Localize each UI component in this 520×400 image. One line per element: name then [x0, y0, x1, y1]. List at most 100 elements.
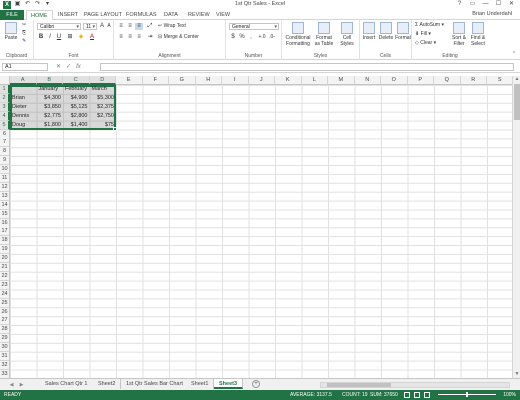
delete-cells-button[interactable]: Delete — [378, 22, 394, 41]
format-as-table-button[interactable]: Format as Table — [313, 22, 335, 47]
select-all-corner[interactable] — [0, 76, 10, 85]
row-header-28[interactable]: 28 — [0, 325, 10, 335]
cell-b2[interactable]: $4,300 — [37, 94, 64, 103]
scroll-down-icon[interactable]: ▼ — [513, 371, 520, 378]
scroll-up-icon[interactable]: ▲ — [513, 76, 520, 83]
fill-color-button[interactable]: ◈ — [77, 34, 85, 41]
maximize-icon[interactable]: ☐ — [492, 0, 505, 9]
vertical-scroll-thumb[interactable] — [514, 84, 520, 120]
row-header-26[interactable]: 26 — [0, 307, 10, 317]
ribbon-display-icon[interactable]: ▭ — [466, 0, 479, 9]
tab-view[interactable]: VIEW — [212, 10, 234, 20]
align-center-icon[interactable]: ≡ — [126, 34, 134, 41]
collapse-ribbon-icon[interactable]: ⌃ — [512, 51, 516, 58]
row-header-17[interactable]: 17 — [0, 227, 10, 237]
cell-b4[interactable]: $2,775 — [37, 112, 64, 121]
cell-d5[interactable]: $75 — [90, 121, 117, 130]
number-format-select[interactable]: General — [229, 23, 279, 30]
row-header-1[interactable]: 1 — [0, 85, 10, 94]
column-header-o[interactable]: O — [381, 76, 408, 85]
row-header-24[interactable]: 24 — [0, 289, 10, 299]
copy-icon[interactable]: ⎘ — [22, 30, 26, 37]
autosum-button[interactable]: Σ AutoSum ▾ — [415, 22, 444, 29]
cell-b1[interactable]: January — [37, 85, 64, 94]
row-header-6[interactable]: 6 — [0, 129, 10, 139]
minimize-icon[interactable]: — — [479, 0, 492, 9]
font-name-select[interactable]: Calibri — [37, 23, 81, 30]
column-header-p[interactable]: P — [407, 76, 434, 85]
sheet-tab-bar-chart[interactable]: 1st Qtr Sales Bar Chart — [121, 379, 189, 389]
row-header-5[interactable]: 5 — [0, 120, 10, 130]
italic-button[interactable]: I — [46, 34, 54, 41]
row-header-10[interactable]: 10 — [0, 165, 10, 175]
sort-filter-button[interactable]: Sort & Filter — [450, 22, 468, 47]
help-icon[interactable]: ? — [453, 0, 466, 9]
row-header-33[interactable]: 33 — [0, 369, 10, 378]
cell-c4[interactable]: $2,800 — [63, 112, 90, 121]
row-header-21[interactable]: 21 — [0, 263, 10, 272]
column-header-l[interactable]: L — [301, 76, 328, 85]
column-header-n[interactable]: N — [354, 76, 381, 85]
shrink-font-button[interactable]: A — [105, 23, 113, 30]
zoom-slider-knob[interactable] — [466, 392, 468, 397]
cancel-icon[interactable]: ✕ — [56, 63, 61, 71]
find-select-button[interactable]: Find & Select — [469, 22, 487, 47]
wrap-text-button[interactable]: ↵ Wrap Text — [158, 23, 186, 30]
row-header-16[interactable]: 16 — [0, 218, 10, 228]
font-color-button[interactable]: A — [88, 34, 96, 41]
align-right-icon[interactable]: ≡ — [135, 34, 143, 41]
clear-button[interactable]: ◇ Clear ▾ — [415, 40, 436, 47]
tab-page-layout[interactable]: PAGE LAYOUT — [80, 10, 126, 20]
row-header-23[interactable]: 23 — [0, 280, 10, 290]
cell-a4[interactable]: Dennis — [10, 112, 37, 121]
align-left-icon[interactable]: ≡ — [117, 34, 125, 41]
row-header-27[interactable]: 27 — [0, 316, 10, 326]
zoom-level[interactable]: 100% — [503, 390, 516, 400]
horizontal-scrollbar[interactable] — [320, 382, 510, 388]
row-header-32[interactable]: 32 — [0, 360, 10, 370]
vertical-scrollbar[interactable]: ▲ ▼ — [512, 76, 520, 378]
paste-button[interactable]: Paste — [2, 22, 20, 41]
normal-view-icon[interactable] — [404, 392, 410, 398]
underline-button[interactable]: U — [55, 34, 63, 41]
row-header-20[interactable]: 20 — [0, 254, 10, 264]
fill-button[interactable]: ⬇ Fill ▾ — [415, 31, 431, 38]
column-header-k[interactable]: K — [275, 76, 302, 85]
row-header-8[interactable]: 8 — [0, 147, 10, 157]
tab-insert[interactable]: INSERT — [54, 10, 82, 20]
tab-data[interactable]: DATA — [160, 10, 182, 20]
cell-styles-button[interactable]: Cell Styles — [336, 22, 358, 47]
column-header-h[interactable]: H — [195, 76, 222, 85]
row-header-29[interactable]: 29 — [0, 334, 10, 344]
insert-function-icon[interactable]: fx — [76, 63, 81, 71]
increase-decimal-icon[interactable]: +.0 — [258, 34, 266, 41]
column-header-c[interactable]: C — [63, 76, 90, 85]
cell-c2[interactable]: $4,900 — [63, 94, 90, 103]
conditional-formatting-button[interactable]: Conditional Formatting — [284, 22, 312, 47]
sheet-tab-sheet3[interactable]: Sheet3 — [214, 379, 244, 389]
row-header-18[interactable]: 18 — [0, 236, 10, 246]
column-header-e[interactable]: E — [116, 76, 143, 85]
worksheet-grid[interactable]: A B C D E F G H I J K L M N O P Q R S 1 2 3 4 5 6 7 8 9 10 11 12 13 14 15… — [0, 76, 512, 378]
next-sheet-icon[interactable]: ▶ — [18, 381, 25, 389]
cell-a3[interactable]: Dieter — [10, 103, 37, 112]
align-bottom-icon[interactable]: ≡ — [135, 23, 143, 30]
name-box[interactable]: A1 — [2, 63, 48, 71]
borders-icon[interactable]: ⊞ — [66, 34, 74, 41]
align-top-icon[interactable]: ≡ — [117, 23, 125, 30]
format-painter-icon[interactable]: ✎ — [22, 38, 26, 45]
row-header-22[interactable]: 22 — [0, 271, 10, 281]
cell-a5[interactable]: Doug — [10, 121, 37, 130]
column-header-r[interactable]: R — [460, 76, 487, 85]
row-header-14[interactable]: 14 — [0, 200, 10, 210]
column-header-g[interactable]: G — [169, 76, 196, 85]
cell-c5[interactable]: $1,400 — [63, 121, 90, 130]
row-header-4[interactable]: 4 — [0, 111, 10, 121]
row-header-9[interactable]: 9 — [0, 156, 10, 166]
row-header-31[interactable]: 31 — [0, 352, 10, 361]
column-header-f[interactable]: F — [142, 76, 169, 85]
row-header-11[interactable]: 11 — [0, 174, 10, 183]
format-cells-button[interactable]: Format — [395, 22, 411, 41]
column-header-j[interactable]: J — [248, 76, 275, 85]
row-header-19[interactable]: 19 — [0, 245, 10, 255]
